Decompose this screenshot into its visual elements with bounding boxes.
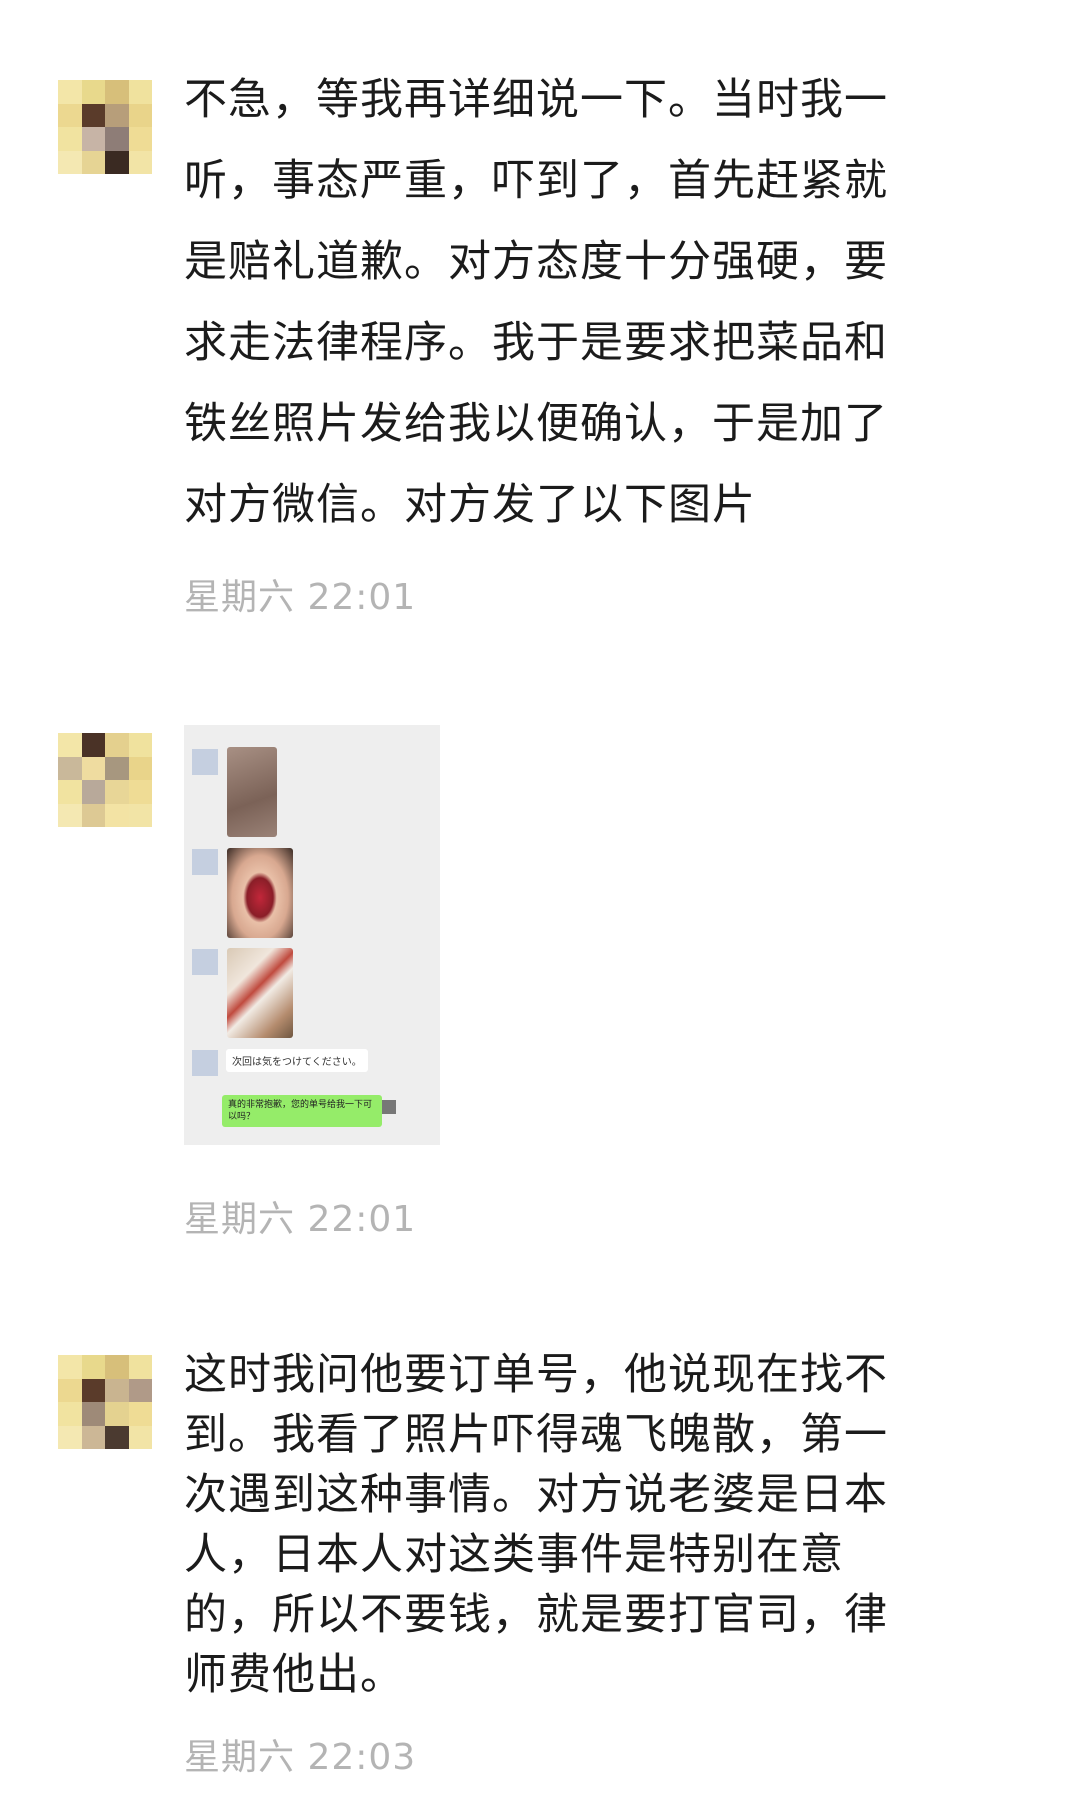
received-bubble: 次回は気をつけてください。: [226, 1049, 368, 1072]
photo-thumbnail: [227, 848, 293, 938]
mini-avatar: [382, 1100, 396, 1114]
avatar[interactable]: [58, 80, 152, 174]
sent-bubble: 真的非常抱歉，您的单号给我一下可以吗？: [222, 1095, 382, 1127]
mini-avatar: [192, 849, 218, 875]
mini-avatar: [192, 749, 218, 775]
mini-avatar: [192, 1050, 218, 1076]
message-timestamp: 星期六 22:01: [184, 1199, 417, 1240]
message-text: 这时我问他要订单号，他说现在找不到。我看了照片吓得魂飞魄散，第一次遇到这种事情。…: [184, 1350, 888, 1700]
avatar[interactable]: [58, 1355, 152, 1449]
avatar[interactable]: [58, 733, 152, 827]
photo-thumbnail: [227, 747, 277, 837]
mini-avatar: [192, 949, 218, 975]
message-timestamp: 星期六 22:01: [184, 577, 417, 618]
message-timestamp: 星期六 22:03: [184, 1737, 417, 1778]
photo-thumbnail: [227, 948, 293, 1038]
message-text: 不急，等我再详细说一下。当时我一听，事态严重，吓到了，首先赶紧就是赔礼道歉。对方…: [184, 75, 888, 530]
chat-image[interactable]: 次回は気をつけてください。 真的非常抱歉，您的单号给我一下可以吗？: [184, 725, 440, 1145]
